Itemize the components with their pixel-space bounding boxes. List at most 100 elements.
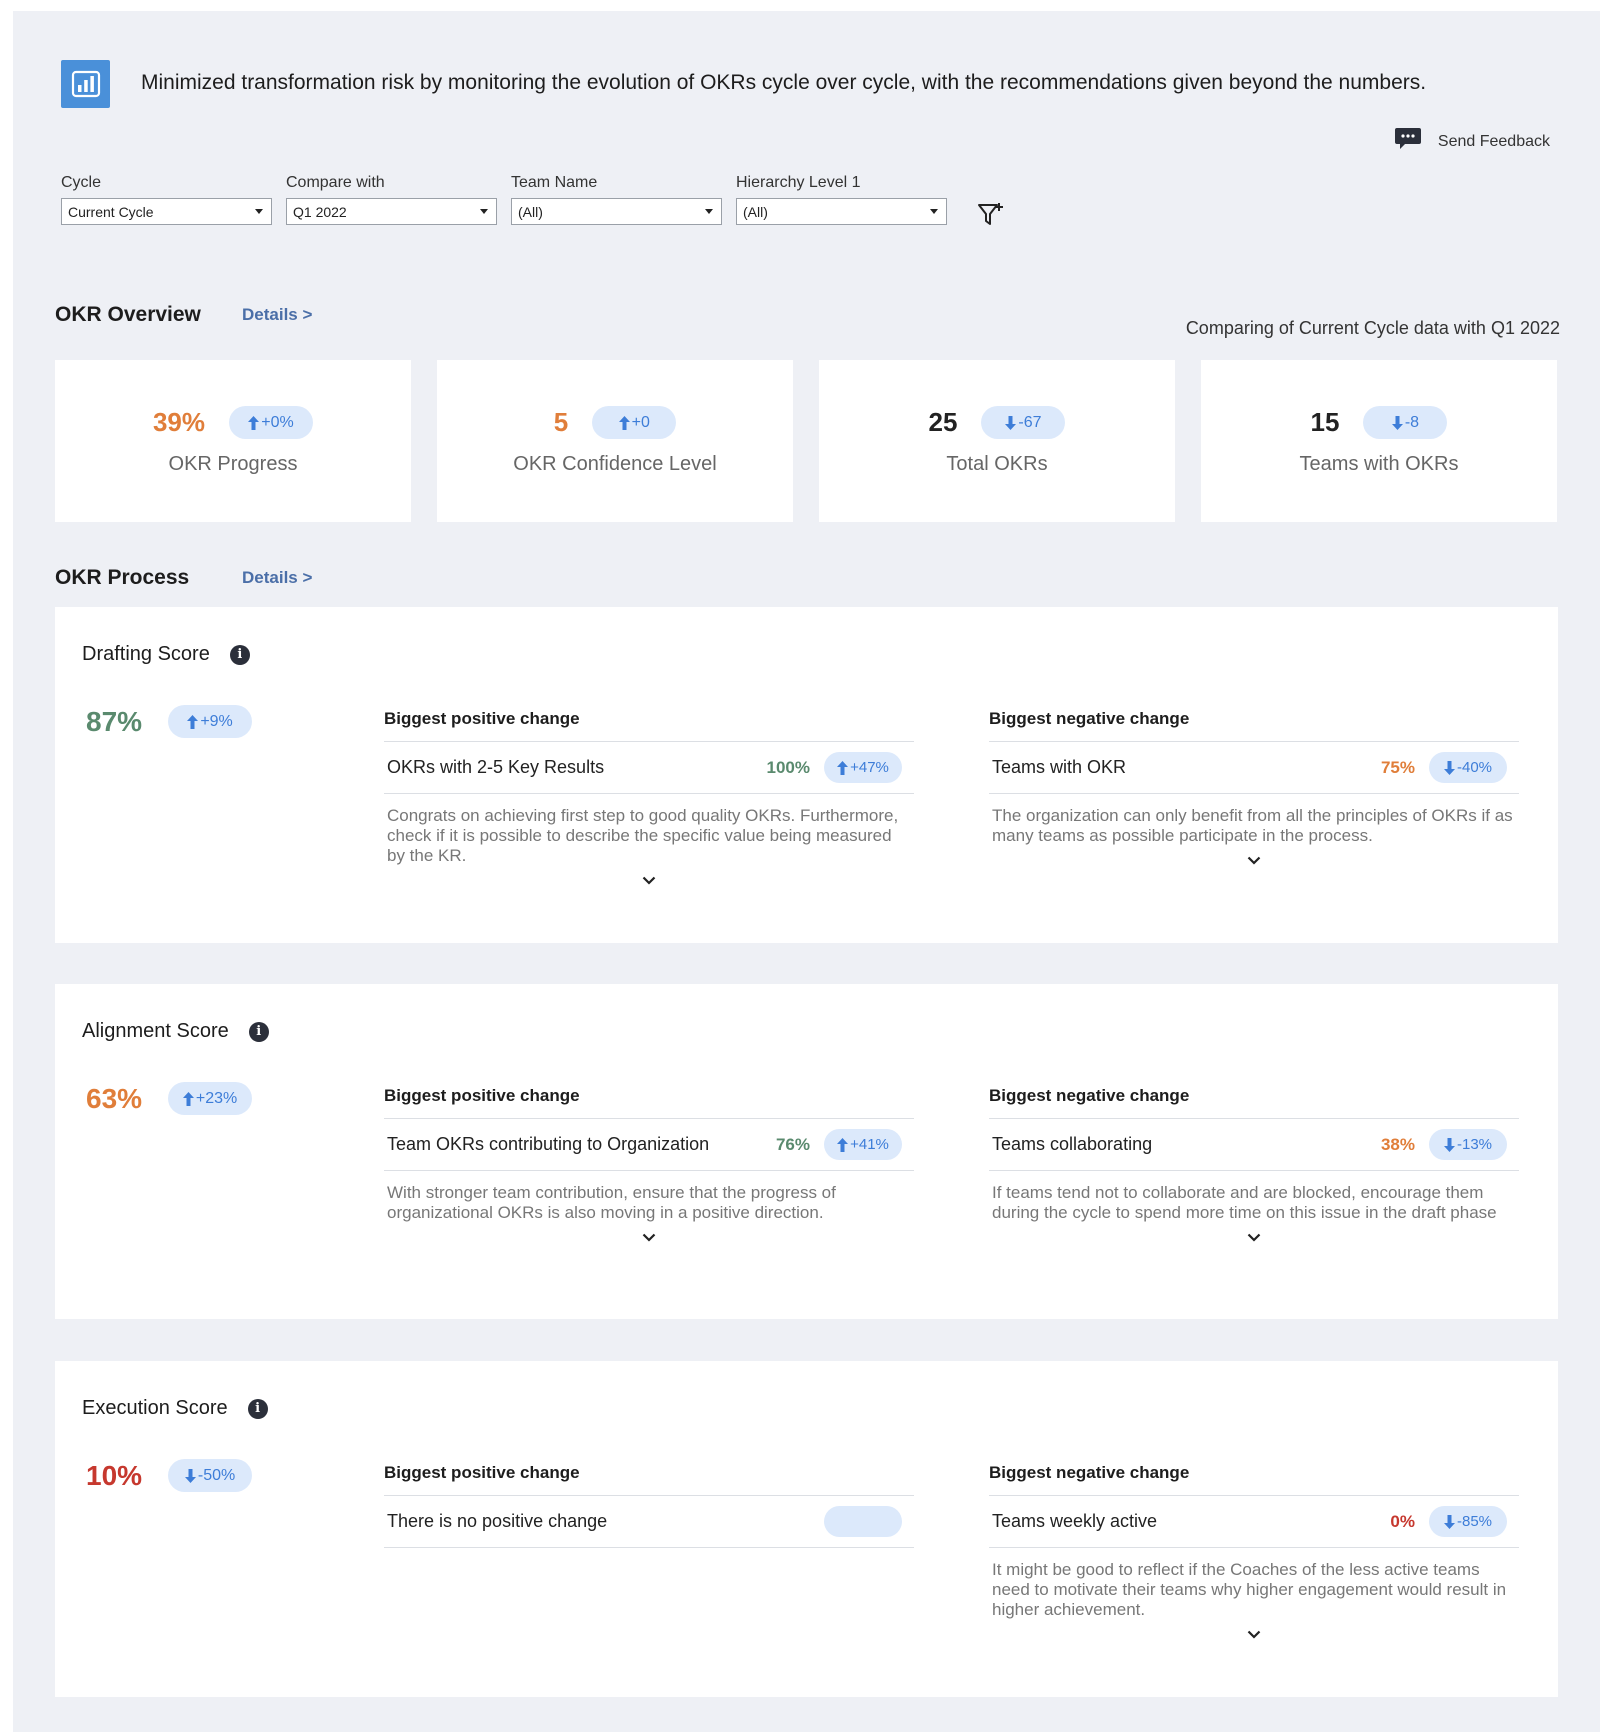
cycle-select[interactable]: Current Cycle xyxy=(61,198,272,225)
score-title: Alignment Score i xyxy=(82,1020,269,1043)
badge-value: -8 xyxy=(1404,413,1420,431)
overview-header: OKR Overview Details > xyxy=(55,303,312,327)
info-icon[interactable]: i xyxy=(248,1021,269,1042)
change-badge: +0% xyxy=(229,406,314,439)
filter-compare-with: Compare with Q1 2022 xyxy=(286,174,497,225)
recommendation-text: It might be good to reflect if the Coach… xyxy=(992,1560,1507,1619)
arrow-up-icon xyxy=(248,415,260,430)
arrow-up-icon xyxy=(837,760,849,775)
drafting-score-card: Drafting Score i 87% +9% Biggest positiv… xyxy=(55,607,1558,943)
team-name-select[interactable]: (All) xyxy=(511,198,722,225)
chevron-down-icon[interactable] xyxy=(384,1233,914,1242)
positive-change-title: Biggest positive change xyxy=(384,1086,914,1119)
filter-label: Team Name xyxy=(511,174,598,191)
send-feedback-label: Send Feedback xyxy=(1437,132,1550,150)
score-summary: 87% +9% xyxy=(86,705,253,738)
arrow-up-icon xyxy=(187,714,199,729)
negative-change-title: Biggest negative change xyxy=(989,709,1519,742)
positive-change-title: Biggest positive change xyxy=(384,1463,914,1496)
change-badge: +41% xyxy=(824,1129,902,1160)
positive-change-column: Biggest positive change There is no posi… xyxy=(384,1463,914,1548)
bar-chart-icon xyxy=(61,60,110,108)
metric-value: 100% xyxy=(766,757,810,777)
arrow-down-icon xyxy=(1443,1137,1455,1152)
hierarchy-level-select[interactable]: (All) xyxy=(736,198,947,225)
kpi-value: 39% xyxy=(152,407,206,437)
metric-label: Team OKRs contributing to Organization xyxy=(387,1134,710,1154)
chevron-down-icon[interactable] xyxy=(989,1233,1519,1242)
chevron-down-icon[interactable] xyxy=(384,876,914,885)
change-badge: -67 xyxy=(981,406,1066,439)
negative-change-column: Biggest negative change Teams with OKR 7… xyxy=(989,709,1519,865)
score-title: Execution Score i xyxy=(82,1397,268,1420)
score-title-text: Alignment Score xyxy=(82,1020,229,1042)
list-item: OKRs with 2-5 Key Results 100% +47% xyxy=(384,742,914,794)
kpi-value: 5 xyxy=(553,407,569,437)
kpi-card-okr-confidence-level: 5 +0 OKR Confidence Level xyxy=(437,360,793,522)
change-badge: -40% xyxy=(1429,752,1507,783)
badge-value: +41% xyxy=(850,1136,889,1153)
caret-down-icon xyxy=(480,209,488,214)
list-item: Teams with OKR 75% -40% xyxy=(989,742,1519,794)
recommendation-text: If teams tend not to collaborate and are… xyxy=(992,1183,1497,1222)
negative-change-column: Biggest negative change Teams collaborat… xyxy=(989,1086,1519,1242)
metric-label: Teams weekly active xyxy=(992,1511,1158,1531)
list-item: Team OKRs contributing to Organization 7… xyxy=(384,1119,914,1171)
kpi-label: Teams with OKRs xyxy=(1299,452,1459,475)
info-icon[interactable]: i xyxy=(229,644,250,665)
score-summary: 10% -50% xyxy=(86,1459,253,1492)
empty-change-badge xyxy=(824,1506,902,1537)
dashboard-page: Minimized transformation risk by monitor… xyxy=(13,11,1600,1732)
arrow-down-icon xyxy=(1005,415,1017,430)
change-badge: -8 xyxy=(1363,406,1448,439)
execution-score-card: Execution Score i 10% -50% Biggest posit… xyxy=(55,1361,1558,1697)
recommendation-text: The organization can only benefit from a… xyxy=(992,806,1513,845)
kpi-card-total-okrs: 25 -67 Total OKRs xyxy=(819,360,1175,522)
filter-bar: Cycle Current Cycle Compare with Q1 2022… xyxy=(61,174,947,225)
negative-change-title: Biggest negative change xyxy=(989,1463,1519,1496)
kpi-value: 25 xyxy=(928,407,958,437)
arrow-down-icon xyxy=(184,1468,196,1483)
caret-down-icon xyxy=(705,209,713,214)
badge-value: +23% xyxy=(195,1089,238,1107)
caret-down-icon xyxy=(255,209,263,214)
arrow-down-icon xyxy=(1443,1514,1455,1529)
send-feedback-button[interactable]: Send Feedback xyxy=(1394,126,1550,157)
arrow-down-icon xyxy=(1391,415,1403,430)
positive-change-title: Biggest positive change xyxy=(384,709,914,742)
recommendation-text: With stronger team contribution, ensure … xyxy=(387,1183,836,1222)
chevron-down-icon[interactable] xyxy=(989,856,1519,865)
select-value: Q1 2022 xyxy=(293,203,347,220)
score-value: 87% xyxy=(86,705,143,737)
metric-value: 76% xyxy=(775,1134,810,1154)
change-badge: -85% xyxy=(1429,1506,1507,1537)
kpi-row: 39% +0% OKR Progress 5 +0 OKR Confidence… xyxy=(55,360,1557,522)
badge-value: -85% xyxy=(1456,1513,1493,1530)
kpi-value: 15 xyxy=(1310,407,1340,437)
change-badge: -50% xyxy=(168,1459,253,1492)
kpi-card-teams-with-okrs: 15 -8 Teams with OKRs xyxy=(1201,360,1557,522)
change-badge: +9% xyxy=(168,705,253,738)
change-badge: +23% xyxy=(168,1082,253,1115)
arrow-down-icon xyxy=(1443,760,1455,775)
badge-value: -67 xyxy=(1018,413,1042,431)
compare-with-select[interactable]: Q1 2022 xyxy=(286,198,497,225)
filter-cycle: Cycle Current Cycle xyxy=(61,174,272,225)
overview-details-link[interactable]: Details > xyxy=(242,305,312,325)
select-value: (All) xyxy=(518,203,543,220)
positive-change-column: Biggest positive change Team OKRs contri… xyxy=(384,1086,914,1242)
info-icon[interactable]: i xyxy=(247,1398,268,1419)
filter-label: Hierarchy Level 1 xyxy=(736,174,861,191)
negative-change-title: Biggest negative change xyxy=(989,1086,1519,1119)
filter-label: Cycle xyxy=(61,174,102,191)
chevron-down-icon[interactable] xyxy=(989,1630,1519,1639)
kpi-card-okr-progress: 39% +0% OKR Progress xyxy=(55,360,411,522)
change-badge: +47% xyxy=(824,752,902,783)
process-details-link[interactable]: Details > xyxy=(242,568,312,588)
positive-change-column: Biggest positive change OKRs with 2-5 Ke… xyxy=(384,709,914,885)
recommendation-text: Congrats on achieving first step to good… xyxy=(387,806,899,865)
add-filter-icon[interactable] xyxy=(977,201,1005,234)
arrow-up-icon xyxy=(837,1137,849,1152)
metric-label: There is no positive change xyxy=(387,1511,608,1531)
alignment-score-card: Alignment Score i 63% +23% Biggest posit… xyxy=(55,984,1558,1319)
